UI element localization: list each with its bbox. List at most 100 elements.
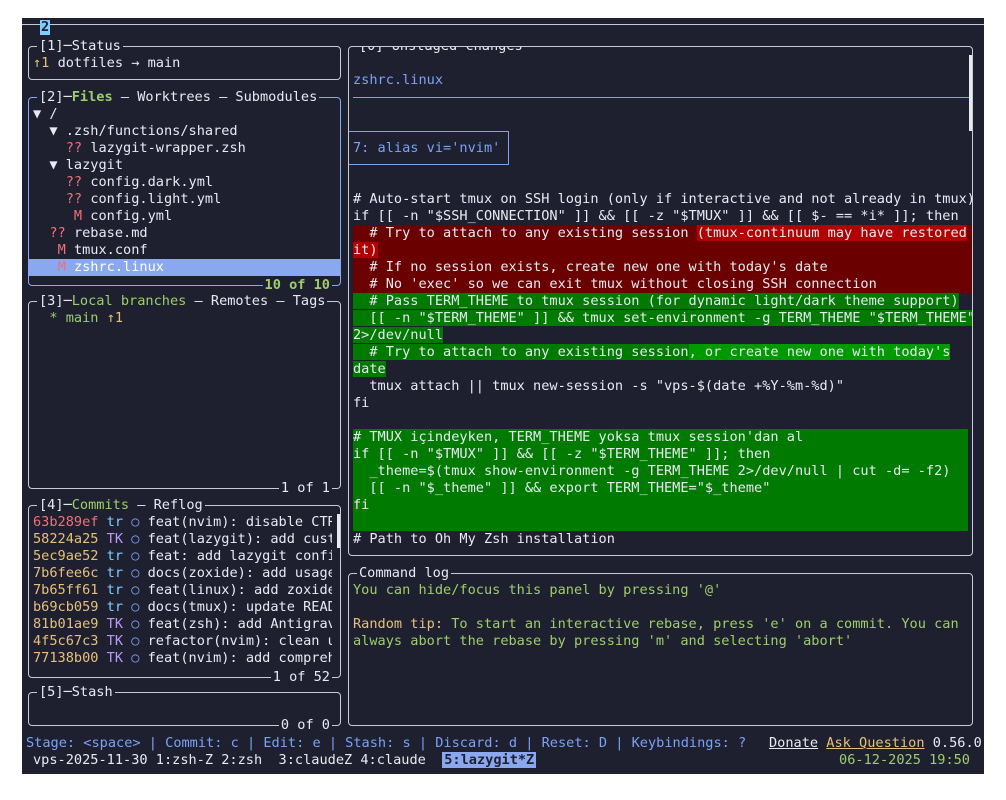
diff-line: # TMUX içindeyken, TERM_THEME yoksa tmux…: [353, 429, 968, 446]
file-row[interactable]: M tmux.conf: [29, 242, 340, 259]
keybar-right: Donate Ask Question 0.56.0: [769, 735, 982, 752]
stash-panel[interactable]: [5]─Stash 0 of 0: [28, 684, 341, 734]
diff-line: if [[ -n "$SSH_CONNECTION" ]] && [[ -z "…: [353, 208, 959, 224]
commit-author: tr: [98, 565, 132, 581]
commit-hash: 77138b00: [33, 650, 99, 666]
commit-hash: 4f5c67c3: [33, 633, 99, 649]
diff-line: # Try to attach to any existing session …: [353, 225, 972, 242]
diff-line: if [[ -n "$TMUX" ]] && [[ -z "$TERM_THEM…: [353, 446, 968, 463]
tip-label: Random tip:: [353, 616, 444, 632]
commit-graph-icon: ○: [131, 514, 148, 530]
commit-author: tr: [98, 582, 132, 598]
commits-panel-title[interactable]: [4]─Commits – Reflog: [37, 497, 205, 514]
file-row[interactable]: M config.yml: [29, 208, 340, 225]
commit-hash: 7b65ff61: [33, 582, 99, 598]
version-label: 0.56.0: [932, 735, 982, 751]
file-name: lazygit: [65, 157, 124, 173]
commit-row[interactable]: 81b01ae9 TK ○ feat(zsh): add Antigravi: [29, 616, 332, 633]
commit-message: feat(zsh): add Antigravi: [147, 616, 332, 632]
diff-line: fi: [353, 497, 968, 514]
file-name: lazygit-wrapper.zsh: [90, 140, 246, 156]
files-panel-title[interactable]: [2]─Files – Worktrees – Submodules: [37, 89, 320, 106]
commit-author: tr: [98, 514, 132, 530]
diff-filename: zshrc.linux: [353, 72, 444, 88]
branch-ahead: ↑1: [106, 310, 124, 326]
tmux-datetime: 06-12-2025 19:50: [839, 752, 970, 768]
commit-author: tr: [98, 548, 132, 564]
file-name: /: [49, 106, 58, 122]
file-status: ??: [49, 225, 74, 241]
commit-hash: 5ec9ae52: [33, 548, 99, 564]
branches-panel-title[interactable]: [3]─Local branches – Remotes – Tags: [37, 293, 328, 310]
terminal-screen: 2 [1]─Status ↑1 dotfiles → main [2]─File…: [22, 18, 984, 774]
file-status: M: [73, 208, 91, 224]
commit-row[interactable]: 58224a25 TK ○ feat(lazygit): add custo: [29, 531, 332, 548]
commit-message: refactor(nvim): clean up: [147, 633, 332, 649]
commits-panel[interactable]: [4]─Commits – Reflog 63b289ef tr ○ feat(…: [28, 497, 341, 686]
file-row[interactable]: M zshrc.linux: [29, 259, 340, 276]
commit-row[interactable]: 63b289ef tr ○ feat(nvim): disable CTRL: [29, 514, 332, 531]
file-row[interactable]: ?? config.light.yml: [29, 191, 340, 208]
diff-scrollbar[interactable]: [969, 55, 972, 131]
stash-panel-title: [5]─Stash: [37, 684, 115, 701]
commit-row[interactable]: b69cb059 tr ○ docs(tmux): update READM: [29, 599, 332, 616]
commit-row[interactable]: 4f5c67c3 TK ○ refactor(nvim): clean up: [29, 633, 332, 650]
file-row[interactable]: ▼ /: [29, 106, 340, 123]
commit-graph-icon: ○: [131, 548, 148, 564]
file-row[interactable]: ?? lazygit-wrapper.zsh: [29, 140, 340, 157]
donate-link[interactable]: Donate: [769, 735, 818, 751]
file-row[interactable]: ?? config.dark.yml: [29, 174, 340, 191]
file-row[interactable]: ▼ lazygit: [29, 157, 340, 174]
file-name: rebase.md: [73, 225, 148, 241]
diff-line: tmux attach || tmux new-session -s "vps-…: [353, 378, 845, 394]
file-name: .zsh/functions/shared: [65, 123, 238, 139]
diff-panel[interactable]: [0]─Unstaged changes zshrc.linux 7: alia…: [348, 46, 973, 556]
file-status: ??: [65, 174, 91, 190]
commits-scrollbar[interactable]: [337, 514, 340, 548]
branches-panel[interactable]: [3]─Local branches – Remotes – Tags * ma…: [28, 293, 341, 497]
commit-graph-icon: ○: [131, 650, 148, 666]
file-status: M: [57, 242, 74, 258]
commit-row[interactable]: 5ec9ae52 tr ○ feat: add lazygit config: [29, 548, 332, 565]
diff-line: # Pass TERM_THEME to tmux session (for d…: [353, 293, 959, 309]
files-other-tabs: – Worktrees – Submodules: [112, 89, 318, 105]
diff-line: # Try to attach to any existing session,…: [353, 344, 951, 360]
file-row[interactable]: ▼ .zsh/functions/shared: [29, 123, 340, 140]
status-panel-title: [1]─Status: [37, 38, 123, 55]
commit-graph-icon: ○: [131, 616, 148, 632]
commit-hash: b69cb059: [33, 599, 99, 615]
commit-message: feat(linux): add zoxide,: [147, 582, 332, 598]
branch-name: main: [65, 310, 99, 326]
repo-branch: dotfiles → main: [57, 55, 181, 71]
command-log-line: You can hide/focus this panel by pressin…: [353, 582, 722, 598]
commit-row[interactable]: 7b65ff61 tr ○ feat(linux): add zoxide,: [29, 582, 332, 599]
commit-row[interactable]: 7b6fee6c tr ○ docs(zoxide): add usage: [29, 565, 332, 582]
diff-line: [[ -n "$TERM_THEME" ]] && tmux set-envir…: [353, 310, 973, 326]
commit-hash: 81b01ae9: [33, 616, 99, 632]
branches-other-tabs: – Remotes – Tags: [186, 293, 326, 309]
tmux-windows: 1:zsh-Z 2:zsh 3:claudeZ 4:claude: [155, 752, 435, 768]
commit-author: TK: [98, 633, 132, 649]
commit-message: feat(lazygit): add custo: [147, 531, 332, 547]
ask-question-link[interactable]: Ask Question: [826, 735, 924, 751]
commit-graph-icon: ○: [131, 633, 148, 649]
diff-line: _theme=$(tmux show-environment -g TERM_T…: [353, 463, 968, 480]
branches-count: 1 of 1: [278, 480, 332, 497]
commit-graph-icon: ○: [131, 565, 148, 581]
files-panel[interactable]: [2]─Files – Worktrees – Submodules ▼ / ▼…: [28, 89, 341, 294]
file-row[interactable]: ?? rebase.md: [29, 225, 340, 242]
commit-row[interactable]: 77138b00 TK ○ feat(nvim): add comprehe: [29, 650, 332, 667]
files-count: 10 of 10: [262, 277, 332, 294]
top-separator: [22, 24, 984, 25]
diff-line: # No 'exec' so we can exit tmux without …: [353, 276, 972, 293]
status-panel[interactable]: [1]─Status ↑1 dotfiles → main: [28, 38, 341, 80]
command-log-panel[interactable]: Command log You can hide/focus this pane…: [348, 565, 973, 726]
tmux-status-bar: vps-2025-11-30 1:zsh-Z 2:zsh 3:claudeZ 4…: [33, 752, 537, 769]
tmux-session: vps-2025-11-30: [33, 752, 148, 768]
diff-line: [353, 514, 968, 531]
diff-line: 2>/dev/null: [353, 327, 444, 343]
branch-row[interactable]: * main ↑1: [33, 310, 123, 327]
command-log-title: Command log: [357, 565, 452, 582]
tmux-active-window[interactable]: 5:lazygit*Z: [442, 752, 537, 768]
file-status: ??: [65, 140, 91, 156]
